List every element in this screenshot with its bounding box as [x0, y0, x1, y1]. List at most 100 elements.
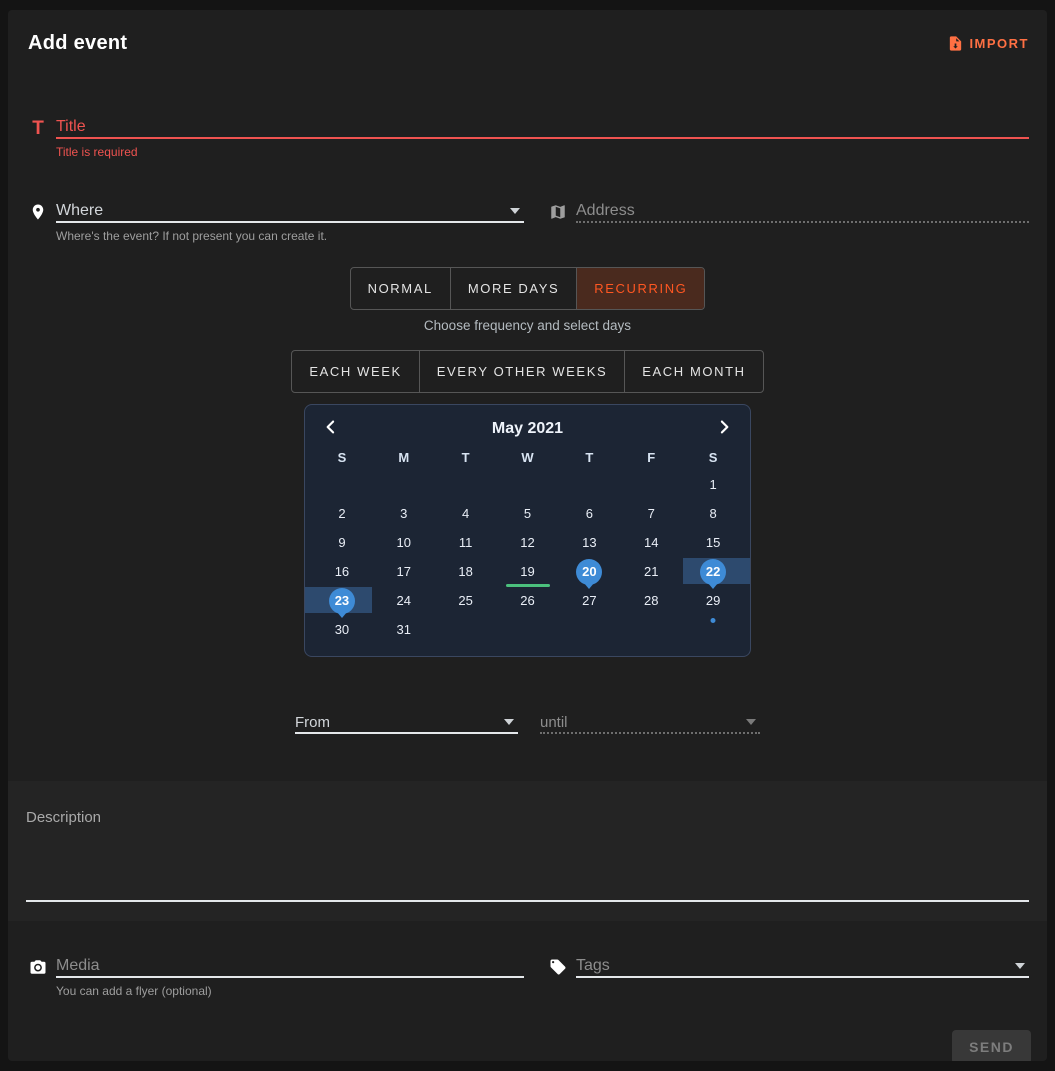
calendar-empty-cell: [497, 615, 559, 644]
day-number: 9: [338, 535, 345, 550]
calendar-day-28[interactable]: 28: [620, 586, 682, 615]
calendar-day-20[interactable]: 20: [558, 557, 620, 586]
title-input[interactable]: Title: [56, 117, 1029, 139]
day-number: 4: [462, 506, 469, 521]
frequency-tab-each-week[interactable]: EACH WEEK: [292, 351, 418, 392]
calendar-week-row: 232425 26 27 28 29: [311, 586, 744, 615]
calendar-day-18[interactable]: 18: [435, 557, 497, 586]
calendar-day-24[interactable]: 24: [373, 586, 435, 615]
camera-icon: [28, 956, 48, 976]
calendar-day-11[interactable]: 11: [435, 528, 497, 557]
tab-normal[interactable]: NORMAL: [351, 268, 450, 309]
media-placeholder: Media: [56, 957, 100, 975]
media-tags-row: Media You can add a flyer (optional) Tag…: [8, 956, 1047, 998]
calendar-day-22[interactable]: 22: [682, 557, 744, 586]
calendar-empty-cell: [558, 470, 620, 499]
calendar-day-26[interactable]: 26: [497, 586, 559, 615]
tag-icon: [548, 956, 568, 976]
calendar-day-21[interactable]: 21: [620, 557, 682, 586]
calendar-day-2[interactable]: 2: [311, 499, 373, 528]
selected-day-balloon: 22: [700, 559, 726, 585]
day-number: 26: [520, 593, 534, 608]
calendar-day-29[interactable]: 29: [682, 586, 744, 615]
from-field: From: [295, 712, 518, 734]
calendar-day-4[interactable]: 4: [435, 499, 497, 528]
calendar-grid: 1234567891011121314151617181920212223242…: [311, 470, 744, 644]
calendar-day-6[interactable]: 6: [558, 499, 620, 528]
tab-recurring[interactable]: RECURRING: [576, 268, 704, 309]
day-number: 15: [706, 535, 720, 550]
day-number: 11: [459, 535, 473, 550]
tags-select[interactable]: Tags: [576, 956, 1029, 978]
day-number: 7: [648, 506, 655, 521]
weekday-label: M: [373, 450, 435, 465]
calendar-day-25[interactable]: 25: [435, 586, 497, 615]
calendar-week-row: 1: [311, 470, 744, 499]
chevron-down-icon: [1015, 963, 1025, 969]
calendar-day-9[interactable]: 9: [311, 528, 373, 557]
frequency-tab-each-month[interactable]: EACH MONTH: [624, 351, 762, 392]
until-select[interactable]: until: [540, 712, 760, 734]
day-number: 31: [397, 622, 411, 637]
calendar-empty-cell: [373, 470, 435, 499]
day-number: 2: [338, 506, 345, 521]
calendar-day-16[interactable]: 16: [311, 557, 373, 586]
tab-more-days[interactable]: MORE DAYS: [450, 268, 576, 309]
calendar-day-19[interactable]: 19: [497, 557, 559, 586]
day-number: 5: [524, 506, 531, 521]
chevron-down-icon: [510, 208, 520, 214]
calendar-day-15[interactable]: 15: [682, 528, 744, 557]
day-number: 29: [706, 593, 720, 608]
day-number: 18: [458, 564, 472, 579]
map-marker-icon: [28, 201, 48, 221]
until-field: until: [540, 712, 760, 734]
calendar-day-27[interactable]: 27: [558, 586, 620, 615]
address-input[interactable]: Address: [576, 201, 1029, 223]
calendar-day-17[interactable]: 17: [373, 557, 435, 586]
from-label: From: [295, 714, 330, 731]
calendar-week-row: 30 31: [311, 615, 744, 644]
calendar-empty-cell: [435, 615, 497, 644]
calendar-day-12[interactable]: 12: [497, 528, 559, 557]
calendar-day-7[interactable]: 7: [620, 499, 682, 528]
description-input[interactable]: Description: [26, 809, 1029, 826]
day-number: 8: [709, 506, 716, 521]
day-number: 19: [520, 564, 534, 579]
media-input[interactable]: Media: [56, 956, 524, 978]
next-month-button[interactable]: [714, 417, 734, 440]
add-event-card: Add event IMPORT T Title Title is requir…: [8, 10, 1047, 1061]
weekday-label: T: [435, 450, 497, 465]
calendar-day-13[interactable]: 13: [558, 528, 620, 557]
day-number: 21: [644, 564, 658, 579]
card-header: Add event IMPORT: [8, 10, 1047, 55]
calendar-day-3[interactable]: 3: [373, 499, 435, 528]
title-placeholder: Title: [56, 118, 86, 136]
page-title: Add event: [28, 32, 127, 55]
calendar-day-14[interactable]: 14: [620, 528, 682, 557]
day-number: 16: [335, 564, 349, 579]
day-number: 28: [644, 593, 658, 608]
send-button[interactable]: SEND: [952, 1030, 1031, 1061]
from-select[interactable]: From: [295, 712, 518, 734]
where-address-row: Where Where's the event? If not present …: [8, 201, 1047, 243]
title-error-message: Title is required: [56, 145, 1029, 159]
chevron-down-icon: [504, 719, 514, 725]
day-number: 6: [586, 506, 593, 521]
where-select[interactable]: Where: [56, 201, 524, 223]
calendar-day-8[interactable]: 8: [682, 499, 744, 528]
calendar-day-5[interactable]: 5: [497, 499, 559, 528]
frequency-tab-every-other-weeks[interactable]: EVERY OTHER WEEKS: [419, 351, 624, 392]
day-number: 3: [400, 506, 407, 521]
address-placeholder: Address: [576, 202, 635, 220]
description-underline: [26, 900, 1029, 902]
calendar-day-23[interactable]: 23: [311, 586, 373, 615]
calendar-day-30[interactable]: 30: [311, 615, 373, 644]
calendar-day-1[interactable]: 1: [682, 470, 744, 499]
calendar-header: May 2021: [311, 413, 744, 440]
prev-month-button[interactable]: [321, 417, 341, 440]
weekday-label: W: [497, 450, 559, 465]
day-number: 12: [520, 535, 534, 550]
calendar-day-31[interactable]: 31: [373, 615, 435, 644]
calendar-day-10[interactable]: 10: [373, 528, 435, 557]
import-button[interactable]: IMPORT: [947, 35, 1029, 52]
